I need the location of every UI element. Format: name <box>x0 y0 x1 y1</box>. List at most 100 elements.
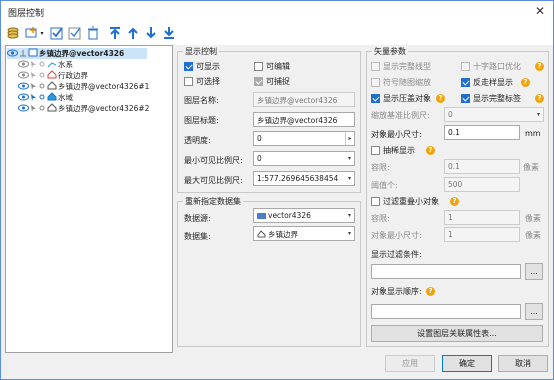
threshold-field[interactable]: 500 <box>444 177 520 192</box>
help-icon[interactable]: ? <box>436 94 445 103</box>
crossroad-checkbox[interactable] <box>461 62 470 71</box>
layer-stack-icon[interactable] <box>5 24 21 42</box>
tree-item-label: 乡镇边界@vector4326#2 <box>58 104 150 113</box>
max-scale-field[interactable]: 1:577.269645638454 ▾ <box>253 171 355 186</box>
filter-condition-field[interactable] <box>371 264 521 279</box>
delete-icon[interactable] <box>85 24 101 42</box>
chevron-down-icon[interactable]: ▾ <box>534 108 543 121</box>
selectable-checkbox[interactable] <box>184 77 193 86</box>
help-icon[interactable]: ? <box>535 94 544 103</box>
tree-item-label: 行政边界 <box>58 71 88 80</box>
region-layer-icon <box>47 92 57 103</box>
select-arrow-icon[interactable] <box>30 93 37 103</box>
title-bar: 图层控制 ✕ <box>1 1 553 21</box>
tree-item-label: 水系 <box>58 60 73 69</box>
antialias-checkbox[interactable] <box>461 78 470 87</box>
visible-eye-icon[interactable] <box>18 82 29 92</box>
visible-eye-icon[interactable] <box>18 60 29 70</box>
spin-arrow-icon[interactable]: ▸ <box>345 132 354 145</box>
help-icon[interactable]: ? <box>450 197 459 206</box>
tolerance2-label: 容限: <box>371 214 390 223</box>
snap-icon[interactable] <box>38 104 46 114</box>
opacity-field[interactable]: 0 ▸ <box>253 131 355 146</box>
tolerance2-field[interactable]: 1 <box>444 210 520 225</box>
datasource-select[interactable]: vector4326 ▾ <box>253 208 355 223</box>
ok-button[interactable]: 确定 <box>442 355 492 372</box>
min-scale-value: 0 <box>257 154 262 163</box>
help-icon[interactable]: ? <box>426 287 435 296</box>
visible-eye-icon[interactable] <box>18 71 29 81</box>
select-arrow-icon[interactable] <box>30 60 37 70</box>
move-down-icon[interactable] <box>143 24 159 42</box>
min-scale-field[interactable]: 0 ▾ <box>253 151 355 166</box>
cancel-button[interactable]: 取消 <box>498 355 548 372</box>
tolerance2-unit: 像素 <box>525 214 541 223</box>
min-size2-field[interactable]: 1 <box>444 227 520 242</box>
tree-item-root[interactable]: 乡镇边界@vector4326 <box>7 48 147 59</box>
tolerance-label: 容限: <box>371 163 390 172</box>
opacity-value: 0 <box>257 134 262 143</box>
tree-item[interactable]: 乡镇边界@vector4326#2 <box>18 103 149 114</box>
editable-checkbox[interactable] <box>254 62 263 71</box>
toolbar: ▾ <box>1 21 553 45</box>
tree-item[interactable]: 乡镇边界@vector4326#1 <box>18 81 149 92</box>
display-order-field[interactable] <box>371 304 521 319</box>
tree-item[interactable]: 行政边界 <box>18 70 88 81</box>
symbol-scale-checkbox[interactable] <box>371 78 380 87</box>
layer-caption-field[interactable]: 乡镇边界@vector4326 <box>253 112 355 127</box>
antialias-label: 反走样显示 <box>473 78 513 87</box>
filter-overlap-checkbox[interactable] <box>371 197 380 206</box>
ref-scale-field[interactable]: 0 ▾ <box>444 107 544 122</box>
move-bottom-icon[interactable] <box>161 24 177 42</box>
apply-button[interactable]: 应用 <box>385 355 435 372</box>
snap-icon[interactable] <box>38 82 46 92</box>
tolerance-field[interactable]: 0.1 <box>444 159 520 174</box>
thin-checkbox[interactable] <box>371 146 380 155</box>
check-all-icon[interactable] <box>49 24 65 42</box>
move-up-icon[interactable] <box>125 24 141 42</box>
chevron-down-icon[interactable]: ▾ <box>345 152 354 165</box>
snap-icon[interactable] <box>38 60 46 70</box>
help-icon[interactable]: ? <box>535 62 544 71</box>
help-icon[interactable]: ? <box>426 146 435 155</box>
full-line-checkbox[interactable] <box>371 62 380 71</box>
dataset-label: 数据集: <box>184 232 211 241</box>
add-layer-icon[interactable] <box>23 24 39 42</box>
help-icon[interactable]: ? <box>521 78 530 87</box>
display-order-browse-button[interactable]: ... <box>525 303 543 320</box>
line-layer-icon <box>47 59 57 70</box>
dataset-select[interactable]: 乡镇边界 ▾ <box>253 226 355 241</box>
visible-eye-icon[interactable] <box>7 49 18 59</box>
select-arrow-icon[interactable] <box>30 104 37 114</box>
check-some-icon[interactable] <box>67 24 83 42</box>
full-label-checkbox[interactable] <box>461 94 470 103</box>
min-size-field[interactable]: 0.1 <box>444 125 520 140</box>
snap-icon[interactable] <box>38 71 46 81</box>
snappable-checkbox[interactable] <box>254 77 263 86</box>
chevron-down-icon[interactable]: ▾ <box>345 172 354 185</box>
relate-attribute-table-button[interactable]: 设置图层关联属性表... <box>371 325 543 342</box>
overlap-checkbox[interactable] <box>371 94 380 103</box>
visible-checkbox[interactable] <box>184 62 193 71</box>
region-layer-icon <box>47 81 57 92</box>
select-arrow-icon[interactable] <box>30 71 37 81</box>
chevron-down-icon[interactable]: ▾ <box>345 227 354 240</box>
close-icon[interactable]: ✕ <box>535 4 545 18</box>
edit-lock-icon[interactable] <box>19 49 27 59</box>
select-arrow-icon[interactable] <box>30 82 37 92</box>
move-top-icon[interactable] <box>107 24 123 42</box>
snap-icon[interactable] <box>38 93 46 103</box>
dataset-value: 乡镇边界 <box>268 230 298 239</box>
group-title: 矢量参数 <box>372 46 408 57</box>
full-label-label: 显示完整标签 <box>473 94 521 103</box>
tree-item[interactable]: 水域 <box>18 92 73 103</box>
visible-eye-icon[interactable] <box>18 104 29 114</box>
layer-name-field[interactable]: 乡镇边界@vector4326 <box>253 92 355 107</box>
filter-condition-browse-button[interactable]: ... <box>525 263 543 280</box>
chevron-down-icon[interactable]: ▾ <box>345 209 354 222</box>
visible-eye-icon[interactable] <box>18 93 29 103</box>
datasource-value: vector4326 <box>268 211 311 220</box>
min-size-label: 对象最小尺寸: <box>371 130 422 139</box>
dropdown-arrow-icon[interactable]: ▾ <box>39 24 45 42</box>
tree-item[interactable]: 水系 <box>18 59 73 70</box>
